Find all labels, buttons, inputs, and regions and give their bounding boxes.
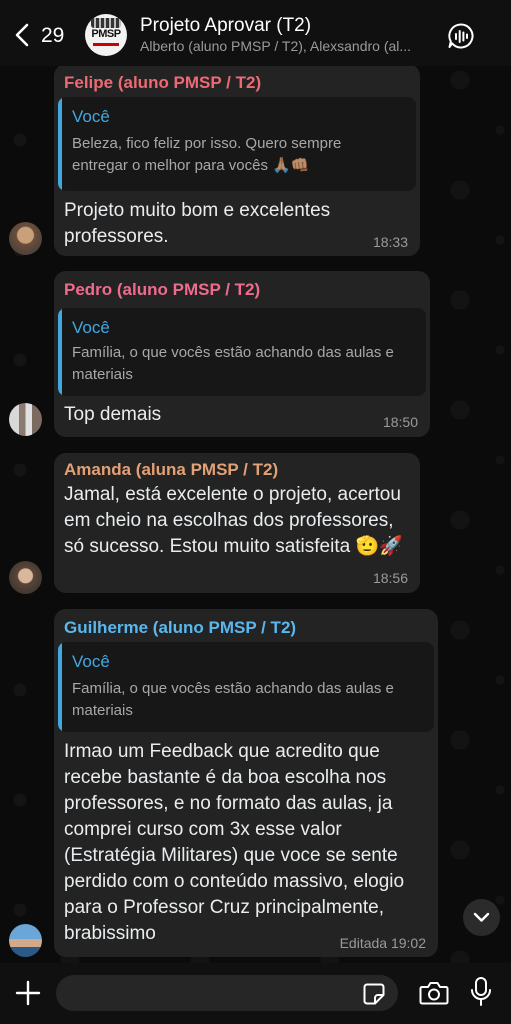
sender-name[interactable]: Pedro (aluno PMSP / T2) [64, 280, 260, 300]
message-bubble[interactable]: Pedro (aluno PMSP / T2) Você Família, o … [54, 271, 430, 437]
sender-avatar[interactable] [9, 561, 42, 594]
sender-avatar[interactable] [9, 222, 42, 255]
message-time: 18:33 [372, 234, 408, 250]
quote-text: Família, o que vocês estão achando das a… [72, 344, 394, 383]
sender-name[interactable]: Guilherme (aluno PMSP / T2) [64, 618, 296, 638]
message-bubble[interactable]: Amanda (aluna PMSP / T2) Jamal, está exc… [54, 453, 420, 593]
camera-icon[interactable] [419, 980, 449, 1006]
plus-icon[interactable] [14, 979, 42, 1007]
group-avatar[interactable]: PMSP [85, 14, 127, 56]
unread-count[interactable]: 29 [41, 24, 64, 48]
quote-text: Família, o que vocês estão achando das a… [72, 680, 394, 719]
chat-header: 29 PMSP Projeto Aprovar (T2) Alberto (al… [0, 0, 511, 66]
quote-accent-bar [58, 642, 62, 732]
message-text: Irmao um Feedback que acredito que receb… [64, 741, 405, 944]
message-text: Top demais [64, 404, 162, 425]
quote-sender: Você [72, 318, 110, 337]
chat-title[interactable]: Projeto Aprovar (T2) [140, 15, 311, 37]
message-time: 18:50 [382, 414, 418, 430]
reply-quote[interactable]: Você Beleza, fico feliz por isso. Quero … [58, 97, 416, 191]
chevron-down-icon [473, 912, 490, 922]
message-text: Jamal, está excelente o projeto, acertou… [64, 484, 403, 557]
sender-avatar[interactable] [9, 924, 42, 957]
message-bubble[interactable]: Guilherme (aluno PMSP / T2) Você Família… [54, 609, 438, 957]
sticker-icon[interactable] [362, 982, 386, 1006]
microphone-icon[interactable] [469, 976, 493, 1008]
sender-avatar[interactable] [9, 403, 42, 436]
reply-quote[interactable]: Você Família, o que vocês estão achando … [58, 642, 434, 732]
logo-figures [91, 18, 121, 28]
voice-chat-icon[interactable] [447, 22, 475, 50]
message-time: 18:56 [372, 570, 408, 586]
logo-underline [93, 43, 119, 46]
message-input[interactable] [56, 975, 398, 1011]
scroll-down-button[interactable] [463, 899, 500, 936]
quote-accent-bar [58, 97, 62, 191]
quote-sender: Você [72, 652, 110, 671]
message-text: Projeto muito bom e excelentes professor… [64, 200, 331, 247]
quote-sender: Você [72, 107, 110, 126]
message-time: Editada 19:02 [339, 935, 426, 951]
chat-members[interactable]: Alberto (aluno PMSP / T2), Alexsandro (a… [140, 38, 435, 54]
sender-name[interactable]: Amanda (aluna PMSP / T2) [64, 460, 278, 480]
quote-text: Beleza, fico feliz por isso. Quero sempr… [72, 135, 342, 174]
group-avatar-logo: PMSP [91, 28, 121, 40]
message-bubble[interactable]: Felipe (aluno PMSP / T2) Você Beleza, fi… [54, 64, 420, 256]
reply-quote[interactable]: Você Família, o que vocês estão achando … [58, 308, 426, 396]
sender-name[interactable]: Felipe (aluno PMSP / T2) [64, 73, 261, 93]
back-chevron-icon[interactable] [12, 22, 34, 48]
quote-accent-bar [58, 308, 62, 396]
